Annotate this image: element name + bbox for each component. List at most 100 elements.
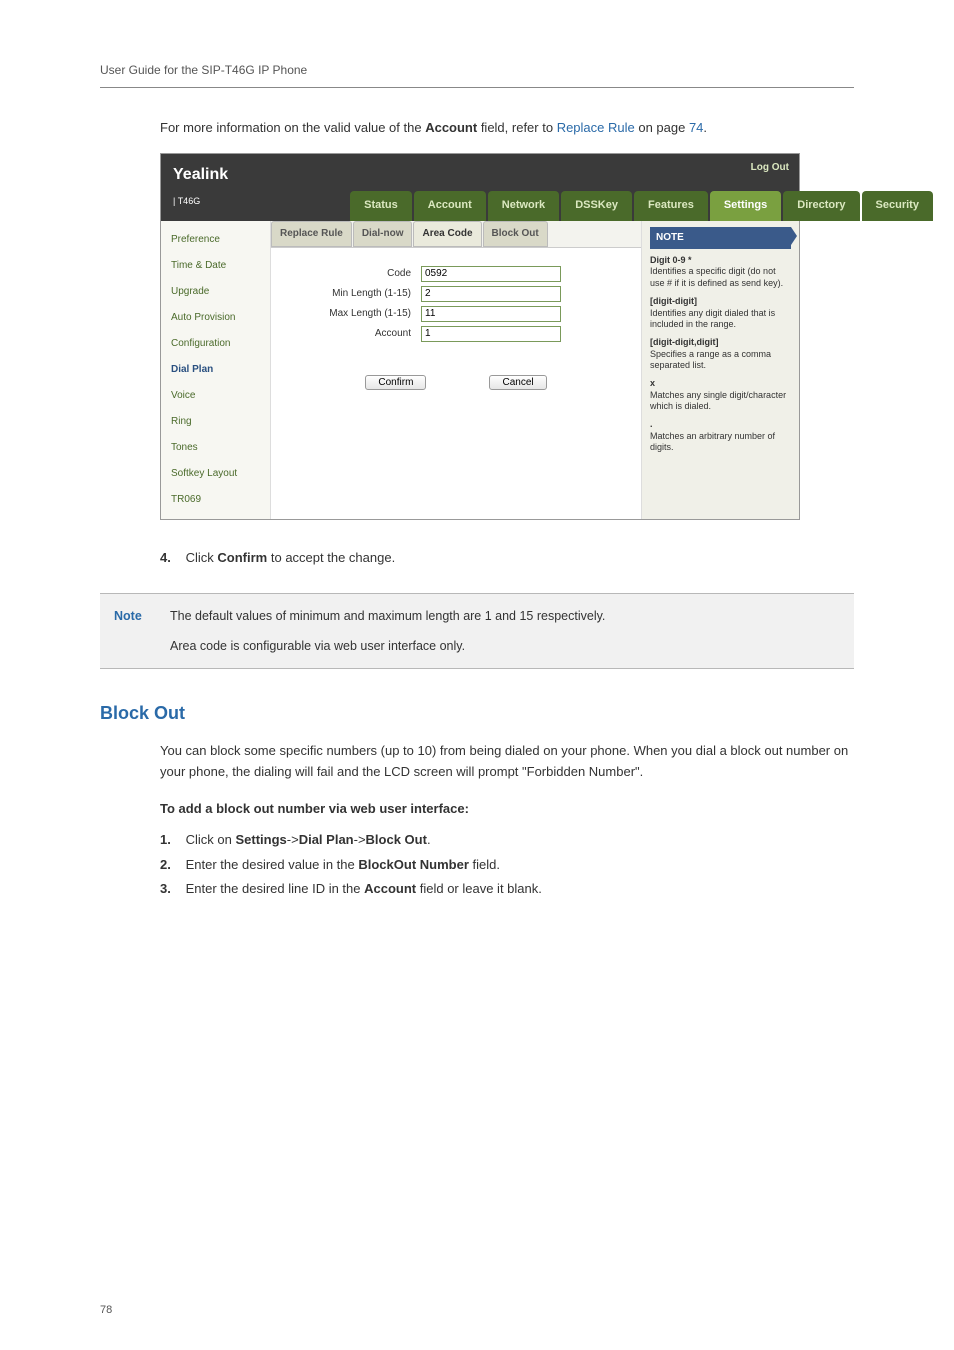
label-account: Account: [291, 326, 421, 342]
note-p4t: Matches any single digit/character which…: [650, 390, 786, 412]
step4-post: to accept the change.: [267, 550, 395, 565]
note-p4b: x: [650, 378, 655, 388]
dialplan-subtabs: Replace Rule Dial-now Area Code Block Ou…: [271, 221, 641, 248]
note-p2b: [digit-digit]: [650, 296, 697, 306]
screenshot-main: Replace Rule Dial-now Area Code Block Ou…: [271, 221, 641, 519]
confirm-button[interactable]: Confirm: [365, 375, 426, 390]
note-panel: NOTE Digit 0-9 *Identifies a specific di…: [641, 221, 799, 519]
intro-paragraph: For more information on the valid value …: [160, 118, 854, 139]
intro-period: .: [703, 120, 707, 135]
page-header: User Guide for the SIP-T46G IP Phone: [100, 60, 854, 88]
note-box: Note The default values of minimum and m…: [100, 593, 854, 669]
s1-b3: Block Out: [366, 832, 427, 847]
note-p5t: Matches an arbitrary number of digits.: [650, 431, 775, 453]
step4-num: 4.: [160, 548, 182, 569]
input-account[interactable]: [421, 326, 561, 342]
logo-main: Yealink: [173, 166, 228, 183]
replace-rule-link[interactable]: Replace Rule: [557, 120, 635, 135]
tab-settings[interactable]: Settings: [710, 191, 781, 221]
area-code-fields: Code Min Length (1-15) Max Length (1-15)…: [271, 248, 641, 364]
step-1: 1. Click on Settings->Dial Plan->Block O…: [160, 830, 854, 851]
s2-b1: BlockOut Number: [358, 857, 469, 872]
tab-status[interactable]: Status: [350, 191, 412, 221]
s1-num: 1.: [160, 830, 182, 851]
tab-network[interactable]: Network: [488, 191, 559, 221]
note-p4: x Matches any single digit/character whic…: [650, 378, 791, 413]
row-code: Code: [291, 266, 621, 282]
web-ui-screenshot: Yealink | T46G Log Out Status Account Ne…: [160, 153, 800, 520]
row-account: Account: [291, 326, 621, 342]
s3-post: field or leave it blank.: [416, 881, 542, 896]
row-min-length: Min Length (1-15): [291, 286, 621, 302]
input-code[interactable]: [421, 266, 561, 282]
sidebar-tr069[interactable]: TR069: [161, 487, 270, 513]
tab-account[interactable]: Account: [414, 191, 486, 221]
step4-pre: Click: [186, 550, 218, 565]
tab-features[interactable]: Features: [634, 191, 708, 221]
sidebar-configuration[interactable]: Configuration: [161, 331, 270, 357]
subtab-replace-rule[interactable]: Replace Rule: [271, 221, 352, 247]
s3-b1: Account: [364, 881, 416, 896]
s1-sep1: ->: [287, 832, 299, 847]
form-buttons: Confirm Cancel: [271, 364, 641, 396]
logo-sub: T46G: [178, 196, 201, 206]
row-max-length: Max Length (1-15): [291, 306, 621, 322]
intro-account-bold: Account: [425, 120, 477, 135]
section-block-out: Block Out: [100, 699, 854, 728]
note-p3t: Specifies a range as a comma separated l…: [650, 349, 771, 371]
logout-link[interactable]: Log Out: [751, 156, 799, 176]
note-p3b: [digit-digit,digit]: [650, 337, 718, 347]
tab-security[interactable]: Security: [862, 191, 933, 221]
input-max-length[interactable]: [421, 306, 561, 322]
sidebar-tones[interactable]: Tones: [161, 435, 270, 461]
sidebar-time-date[interactable]: Time & Date: [161, 253, 270, 279]
step-3: 3. Enter the desired line ID in the Acco…: [160, 879, 854, 900]
intro-mid: field, refer to: [477, 120, 556, 135]
sidebar-softkey-layout[interactable]: Softkey Layout: [161, 461, 270, 487]
s3-num: 3.: [160, 879, 182, 900]
note-body: The default values of minimum and maximu…: [170, 606, 605, 656]
page-ref-link[interactable]: 74: [689, 120, 703, 135]
sidebar-voice[interactable]: Voice: [161, 383, 270, 409]
s1-post: .: [427, 832, 431, 847]
header-title: User Guide for the SIP-T46G IP Phone: [100, 63, 307, 77]
s3-pre: Enter the desired line ID in the: [186, 881, 365, 896]
settings-sidebar: Preference Time & Date Upgrade Auto Prov…: [161, 221, 271, 519]
block-out-paragraph: You can block some specific numbers (up …: [160, 741, 854, 783]
note-p5: . Matches an arbitrary number of digits.: [650, 419, 791, 454]
sidebar-upgrade[interactable]: Upgrade: [161, 279, 270, 305]
subtab-dial-now[interactable]: Dial-now: [353, 221, 413, 247]
sidebar-ring[interactable]: Ring: [161, 409, 270, 435]
s1-b2: Dial Plan: [299, 832, 354, 847]
brand-logo: Yealink | T46G: [161, 154, 240, 221]
cancel-button[interactable]: Cancel: [489, 375, 546, 390]
s2-num: 2.: [160, 855, 182, 876]
step4-bold: Confirm: [217, 550, 267, 565]
s2-pre: Enter the desired value in the: [186, 857, 359, 872]
step-4: 4. Click Confirm to accept the change.: [160, 548, 854, 569]
label-max-length: Max Length (1-15): [291, 306, 421, 322]
sidebar-auto-provision[interactable]: Auto Provision: [161, 305, 270, 331]
sidebar-preference[interactable]: Preference: [161, 227, 270, 253]
page-number: 78: [100, 1302, 112, 1320]
input-min-length[interactable]: [421, 286, 561, 302]
note-p1b: Digit 0-9 *: [650, 255, 692, 265]
subtab-block-out[interactable]: Block Out: [483, 221, 548, 247]
s2-post: field.: [469, 857, 500, 872]
s1-b1: Settings: [235, 832, 286, 847]
label-min-length: Min Length (1-15): [291, 286, 421, 302]
note-p5b: .: [650, 419, 653, 429]
label-code: Code: [291, 266, 421, 282]
screenshot-topbar: Yealink | T46G Log Out Status Account Ne…: [161, 154, 799, 221]
note-header: NOTE: [650, 227, 791, 249]
sidebar-dial-plan[interactable]: Dial Plan: [161, 357, 270, 383]
logo-model: | T46G: [173, 196, 200, 206]
tab-directory[interactable]: Directory: [783, 191, 859, 221]
tab-dsskey[interactable]: DSSKey: [561, 191, 632, 221]
note-p1: Digit 0-9 *Identifies a specific digit (…: [650, 255, 791, 290]
note-label: Note: [114, 606, 170, 656]
note-p3: [digit-digit,digit] Specifies a range as …: [650, 337, 791, 372]
subtab-area-code[interactable]: Area Code: [413, 221, 481, 247]
note-p1t: Identifies a specific digit (do not use …: [650, 266, 783, 288]
note-p2: [digit-digit]Identifies any digit dialed…: [650, 296, 791, 331]
